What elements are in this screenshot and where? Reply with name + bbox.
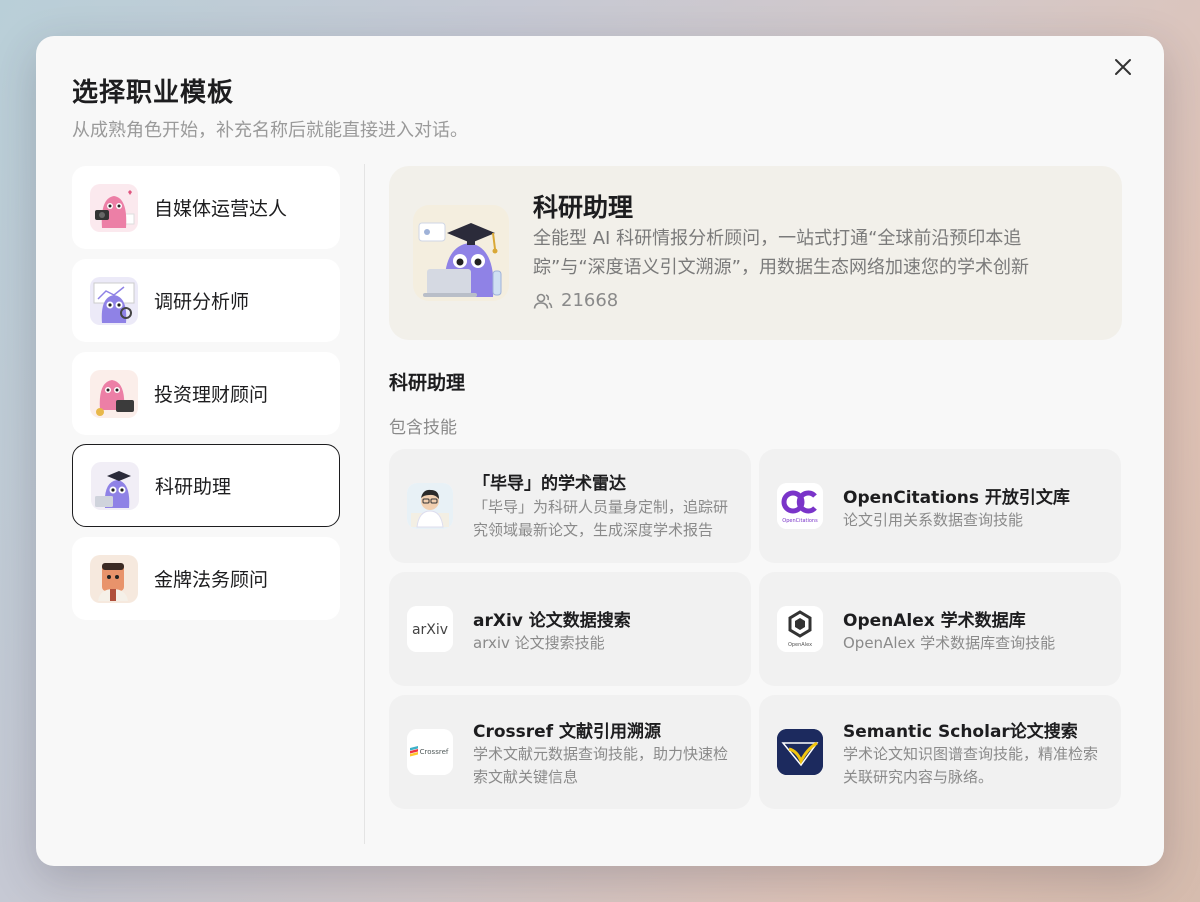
dialog-subtitle: 从成熟角色开始，补充名称后就能直接进入对话。 bbox=[72, 120, 468, 141]
template-dialog: 选择职业模板 从成熟角色开始，补充名称后就能直接进入对话。 自媒体运营达人 调研… bbox=[36, 36, 1164, 866]
arxiv-logo-icon: arXiv bbox=[407, 606, 453, 652]
skill-card-openalex[interactable]: OpenAlex OpenAlex 学术数据库 OpenAlex 学术数据库查询… bbox=[759, 572, 1121, 686]
template-detail-card: 科研助理 全能型 AI 科研情报分析顾问，一站式打通“全球前沿预印本追踪”与“深… bbox=[389, 166, 1122, 340]
user-count: 21668 bbox=[533, 290, 618, 311]
media-mascot-icon bbox=[90, 183, 138, 232]
skills-label: 包含技能 bbox=[389, 418, 457, 438]
skill-title: 「毕导」的学术雷达 bbox=[473, 474, 626, 494]
template-name: 科研助理 bbox=[533, 193, 634, 222]
openalex-logo-icon: OpenAlex bbox=[777, 606, 823, 652]
opencitations-logo-icon: OpenCitations bbox=[777, 483, 823, 529]
role-item-media[interactable]: 自媒体运营达人 bbox=[72, 166, 340, 249]
template-description: 全能型 AI 科研情报分析顾问，一站式打通“全球前沿预印本追踪”与“深度语义引文… bbox=[533, 228, 1029, 278]
research-mascot-icon bbox=[91, 461, 139, 510]
skill-card-arxiv[interactable]: arXiv arXiv 论文数据搜索 arxiv 论文搜索技能 bbox=[389, 572, 751, 686]
skill-card-semantic-scholar[interactable]: Semantic Scholar论文搜索 学术论文知识图谱查询技能，精准检索关联… bbox=[759, 695, 1121, 809]
arxiv-logo-text: arXiv bbox=[412, 622, 448, 638]
crossref-logo-icon: Crossref bbox=[407, 729, 453, 775]
openalex-logo-text: OpenAlex bbox=[788, 642, 812, 648]
crossref-logo-text: Crossref bbox=[420, 748, 449, 756]
role-label-investment: 投资理财顾问 bbox=[154, 384, 269, 406]
skill-desc: arxiv 论文搜索技能 bbox=[473, 634, 605, 652]
role-item-analyst[interactable]: 调研分析师 bbox=[72, 259, 340, 342]
research-mascot-large-icon bbox=[413, 205, 509, 301]
role-label-legal: 金牌法务顾问 bbox=[154, 569, 269, 591]
skill-title: OpenAlex 学术数据库 bbox=[843, 611, 1026, 631]
analyst-mascot-icon bbox=[90, 276, 138, 325]
skill-desc: 学术文献元数据查询技能，助力快速检索文献关键信息 bbox=[473, 745, 729, 786]
skill-desc: OpenAlex 学术数据库查询技能 bbox=[843, 634, 1056, 652]
section-title: 科研助理 bbox=[389, 372, 466, 394]
role-item-legal[interactable]: 金牌法务顾问 bbox=[72, 537, 340, 620]
skill-desc: 「毕导」为科研人员量身定制，追踪研究领域最新论文，生成深度学术报告 bbox=[473, 498, 729, 539]
opencitations-logo-text: OpenCitations bbox=[782, 518, 818, 524]
dialog-title: 选择职业模板 bbox=[72, 78, 235, 108]
skill-desc: 学术论文知识图谱查询技能，精准检索关联研究内容与脉络。 bbox=[843, 745, 1099, 786]
semantic-scholar-logo-icon bbox=[777, 729, 823, 775]
skill-card-opencitations[interactable]: OpenCitations OpenCitations 开放引文库 论文引用关系… bbox=[759, 449, 1121, 563]
skill-card-bidao[interactable]: 「毕导」的学术雷达 「毕导」为科研人员量身定制，追踪研究领域最新论文，生成深度学… bbox=[389, 449, 751, 563]
role-item-investment[interactable]: 投资理财顾问 bbox=[72, 352, 340, 435]
bidao-avatar-icon bbox=[407, 483, 453, 529]
legal-mascot-icon bbox=[90, 554, 138, 603]
column-divider bbox=[364, 164, 365, 844]
skill-desc: 论文引用关系数据查询技能 bbox=[843, 511, 1024, 529]
skill-title: Crossref 文献引用溯源 bbox=[473, 722, 662, 742]
skill-title: OpenCitations 开放引文库 bbox=[843, 488, 1070, 508]
role-label-analyst: 调研分析师 bbox=[154, 291, 250, 313]
users-icon bbox=[533, 293, 553, 309]
skill-card-crossref[interactable]: Crossref Crossref 文献引用溯源 学术文献元数据查询技能，助力快… bbox=[389, 695, 751, 809]
close-icon bbox=[1115, 59, 1131, 75]
role-label-research: 科研助理 bbox=[155, 476, 232, 498]
skill-title: arXiv 论文数据搜索 bbox=[473, 611, 631, 631]
role-item-research[interactable]: 科研助理 bbox=[72, 444, 340, 527]
close-button[interactable] bbox=[1110, 54, 1136, 80]
role-label-media: 自媒体运营达人 bbox=[154, 198, 288, 220]
user-count-value: 21668 bbox=[561, 290, 619, 311]
investment-mascot-icon bbox=[90, 369, 138, 418]
skill-title: Semantic Scholar论文搜索 bbox=[843, 722, 1078, 742]
